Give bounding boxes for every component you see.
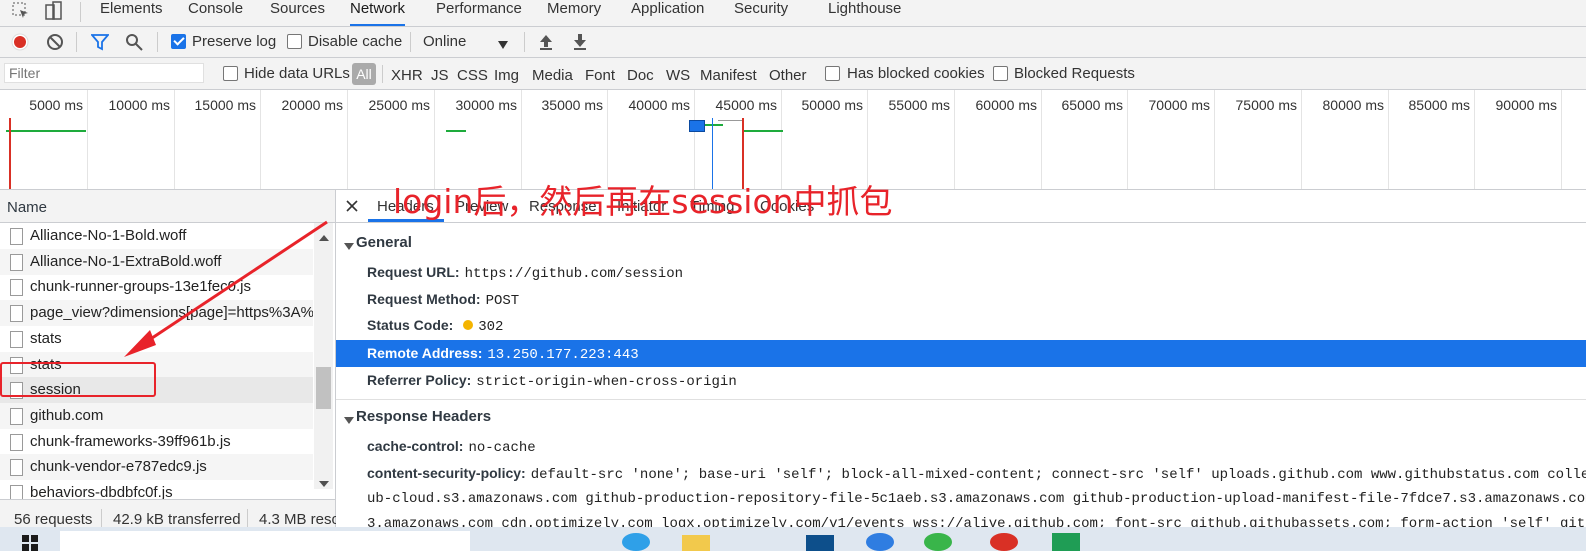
taskbar-search-box[interactable]	[60, 531, 470, 551]
taskbar-app-icon[interactable]	[866, 533, 894, 551]
taskbar-app-icon[interactable]	[990, 533, 1018, 551]
annotation-arrow	[124, 220, 328, 357]
taskbar-app-icon[interactable]	[682, 535, 710, 551]
windows-start-icon[interactable]	[22, 535, 38, 555]
taskbar-app-icon[interactable]	[924, 533, 952, 551]
taskbar-app-icon[interactable]	[1052, 533, 1080, 551]
taskbar-app-icon[interactable]	[622, 533, 650, 551]
os-taskbar	[0, 527, 1586, 551]
taskbar-app-icon[interactable]	[806, 535, 834, 551]
